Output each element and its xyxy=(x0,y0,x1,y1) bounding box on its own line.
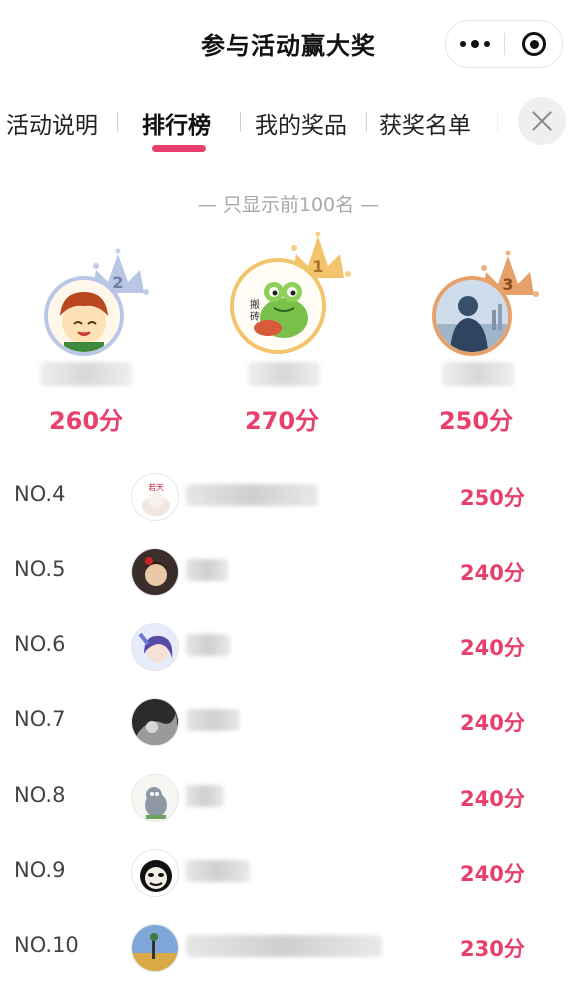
list-item[interactable]: NO.9 240分 xyxy=(0,836,577,911)
avatar: 若天 xyxy=(131,473,179,521)
tab-activity-info[interactable]: 活动说明 xyxy=(6,106,98,140)
top-100-notice: — 只显示前100名 — xyxy=(197,194,380,216)
cartoon-frog-avatar-icon: 搬 砖 xyxy=(234,262,322,350)
rank-label: NO.10 xyxy=(14,933,79,957)
tab-my-prizes[interactable]: 我的奖品 xyxy=(255,106,347,140)
avatar-rank-2[interactable] xyxy=(44,276,124,356)
tab-leaderboard[interactable]: 排行榜 xyxy=(142,106,211,140)
bw-hands-avatar-icon xyxy=(132,699,178,745)
tab-divider xyxy=(366,112,367,132)
avatar xyxy=(131,849,179,897)
blurred-name xyxy=(186,709,240,731)
blurred-name xyxy=(186,860,250,882)
active-tab-indicator xyxy=(152,145,206,152)
list-item[interactable]: NO.5 240分 xyxy=(0,535,577,610)
avatar xyxy=(131,774,179,822)
tab-divider xyxy=(240,112,241,132)
blurred-name xyxy=(186,785,224,807)
photo-person-avatar-icon xyxy=(436,280,508,352)
painted-woman-avatar-icon xyxy=(132,549,178,595)
avatar xyxy=(131,623,179,671)
score: 240分 xyxy=(460,636,525,660)
rank-label: NO.9 xyxy=(14,858,66,882)
rank-label: NO.6 xyxy=(14,632,66,656)
mini-program-capsule xyxy=(445,20,563,68)
rank-1-number: 1 xyxy=(312,257,323,276)
panda-meme-avatar-icon xyxy=(132,850,178,896)
avatar-rank-3[interactable] xyxy=(432,276,512,356)
score: 230分 xyxy=(460,937,525,961)
avatar xyxy=(131,698,179,746)
rank-label: NO.5 xyxy=(14,557,66,581)
score: 240分 xyxy=(460,787,525,811)
score: 240分 xyxy=(460,561,525,585)
svg-text:搬: 搬 xyxy=(250,298,260,311)
list-item[interactable]: NO.4 若天 250分 xyxy=(0,460,577,535)
list-item[interactable]: NO.6 240分 xyxy=(0,610,577,685)
blurred-name xyxy=(186,559,228,581)
name-rank-2 xyxy=(40,362,132,386)
svg-text:若天: 若天 xyxy=(148,482,164,492)
sunset-field-avatar-icon xyxy=(132,925,178,971)
blurred-name xyxy=(186,484,318,506)
cartoon-boy-avatar-icon xyxy=(48,280,120,352)
list-item[interactable]: NO.7 240分 xyxy=(0,685,577,760)
name-rank-3 xyxy=(442,362,514,386)
blurred-name xyxy=(186,935,382,957)
list-item[interactable]: NO.10 230分 xyxy=(0,911,577,982)
name-rank-1 xyxy=(248,362,320,386)
avatar xyxy=(131,548,179,596)
svg-text:砖: 砖 xyxy=(250,310,260,323)
score: 250分 xyxy=(460,486,525,510)
tab-divider xyxy=(117,112,118,132)
tab-winners-list[interactable]: 获奖名单 xyxy=(379,106,471,140)
tab-bar: 活动说明 排行榜 我的奖品 获奖名单 xyxy=(0,94,577,154)
score: 240分 xyxy=(460,862,525,886)
target-close-icon[interactable] xyxy=(505,21,563,67)
avatar-rank-1[interactable]: 搬 砖 xyxy=(230,258,326,354)
list-item[interactable]: NO.8 240分 xyxy=(0,761,577,836)
blurred-name xyxy=(186,634,230,656)
more-dots-icon[interactable] xyxy=(446,21,504,67)
tabs-fade xyxy=(470,94,510,154)
rank-label: NO.7 xyxy=(14,707,66,731)
title-bar: 参与活动赢大奖 xyxy=(0,0,577,88)
score-rank-1: 270分 xyxy=(244,407,320,435)
anime-girl-avatar-icon xyxy=(132,624,178,670)
rank-label: NO.4 xyxy=(14,482,66,506)
cartoon-cat-avatar-icon xyxy=(132,775,178,821)
rank-label: NO.8 xyxy=(14,783,66,807)
avatar xyxy=(131,924,179,972)
score-rank-2: 260分 xyxy=(48,407,124,435)
score-rank-3: 250分 xyxy=(438,407,514,435)
close-icon xyxy=(531,110,553,132)
close-button[interactable] xyxy=(518,97,566,145)
cartoon-sticker-avatar-icon: 若天 xyxy=(132,474,178,520)
score: 240分 xyxy=(460,711,525,735)
